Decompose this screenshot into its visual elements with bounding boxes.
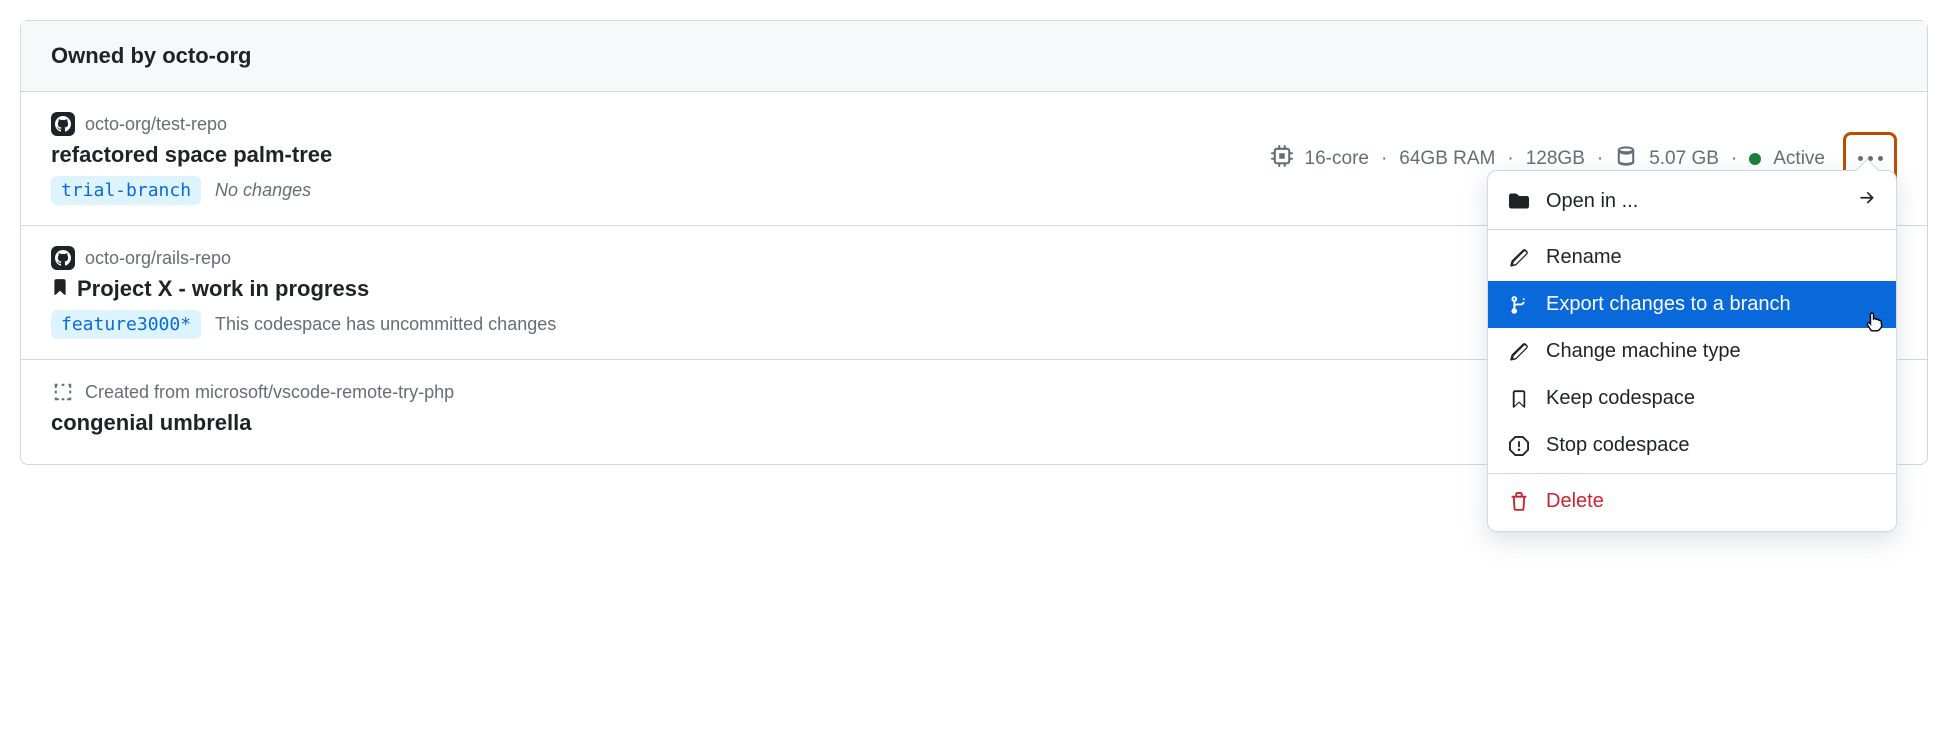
menu-label: Export changes to a branch (1546, 293, 1876, 316)
branch-pill[interactable]: trial-branch (51, 176, 201, 205)
codespace-info: octo-org/test-repo refactored space palm… (51, 112, 1271, 205)
menu-label: Open in ... (1546, 190, 1842, 213)
bookmark-filled-icon (51, 276, 69, 302)
stop-icon (1508, 436, 1530, 456)
github-avatar-icon (51, 112, 75, 136)
menu-label: Delete (1546, 490, 1876, 513)
bookmark-icon (1508, 389, 1530, 409)
codespace-name[interactable]: Project X - work in progress (77, 276, 369, 302)
status-label: Active (1773, 148, 1825, 170)
database-icon (1615, 145, 1637, 173)
menu-change-machine[interactable]: Change machine type (1488, 328, 1896, 375)
git-branch-icon (1508, 295, 1530, 315)
menu-delete[interactable]: Delete (1488, 473, 1896, 525)
menu-open-in[interactable]: Open in ... (1488, 177, 1896, 230)
menu-label: Stop codespace (1546, 434, 1876, 457)
codespace-meta: 16-core · 64GB RAM · 128GB · 5.07 GB · A… (1271, 145, 1825, 173)
disk-spec: 128GB (1526, 148, 1585, 170)
pencil-icon (1508, 342, 1530, 362)
storage-used: 5.07 GB (1649, 148, 1719, 170)
github-avatar-icon (51, 246, 75, 270)
repo-name[interactable]: octo-org/test-repo (85, 114, 227, 135)
branch-status: This codespace has uncommitted changes (215, 314, 556, 335)
menu-rename[interactable]: Rename (1488, 234, 1896, 281)
cpu-spec: 16-core (1305, 148, 1369, 170)
trash-icon (1508, 492, 1530, 512)
menu-label: Change machine type (1546, 340, 1876, 363)
ram-spec: 64GB RAM (1399, 148, 1495, 170)
pencil-icon (1508, 248, 1530, 268)
repo-source[interactable]: Created from microsoft/vscode-remote-try… (85, 382, 454, 403)
actions-dropdown: Open in ... Rename Export changes to a b… (1487, 170, 1897, 532)
branch-status: No changes (215, 180, 311, 201)
codespace-name[interactable]: refactored space palm-tree (51, 142, 332, 168)
codespace-name[interactable]: congenial umbrella (51, 410, 252, 436)
menu-label: Rename (1546, 246, 1876, 269)
panel-title: Owned by octo-org (51, 43, 251, 68)
codespace-info: octo-org/rails-repo Project X - work in … (51, 246, 1575, 339)
repo-name[interactable]: octo-org/rails-repo (85, 248, 231, 269)
status-dot-icon (1749, 153, 1761, 165)
folder-icon (1508, 191, 1530, 211)
menu-stop-codespace[interactable]: Stop codespace (1488, 422, 1896, 469)
branch-pill[interactable]: feature3000* (51, 310, 201, 339)
codespaces-panel: Owned by octo-org octo-org/test-repo ref… (20, 20, 1928, 465)
template-icon (51, 380, 75, 404)
menu-label: Keep codespace (1546, 387, 1876, 410)
codespace-row: octo-org/test-repo refactored space palm… (21, 92, 1927, 226)
codespace-info: Created from microsoft/vscode-remote-try… (51, 380, 1596, 444)
arrow-right-icon (1858, 189, 1876, 213)
cpu-icon (1271, 145, 1293, 173)
panel-header: Owned by octo-org (21, 21, 1927, 92)
menu-keep-codespace[interactable]: Keep codespace (1488, 375, 1896, 422)
menu-export-branch[interactable]: Export changes to a branch (1488, 281, 1896, 328)
